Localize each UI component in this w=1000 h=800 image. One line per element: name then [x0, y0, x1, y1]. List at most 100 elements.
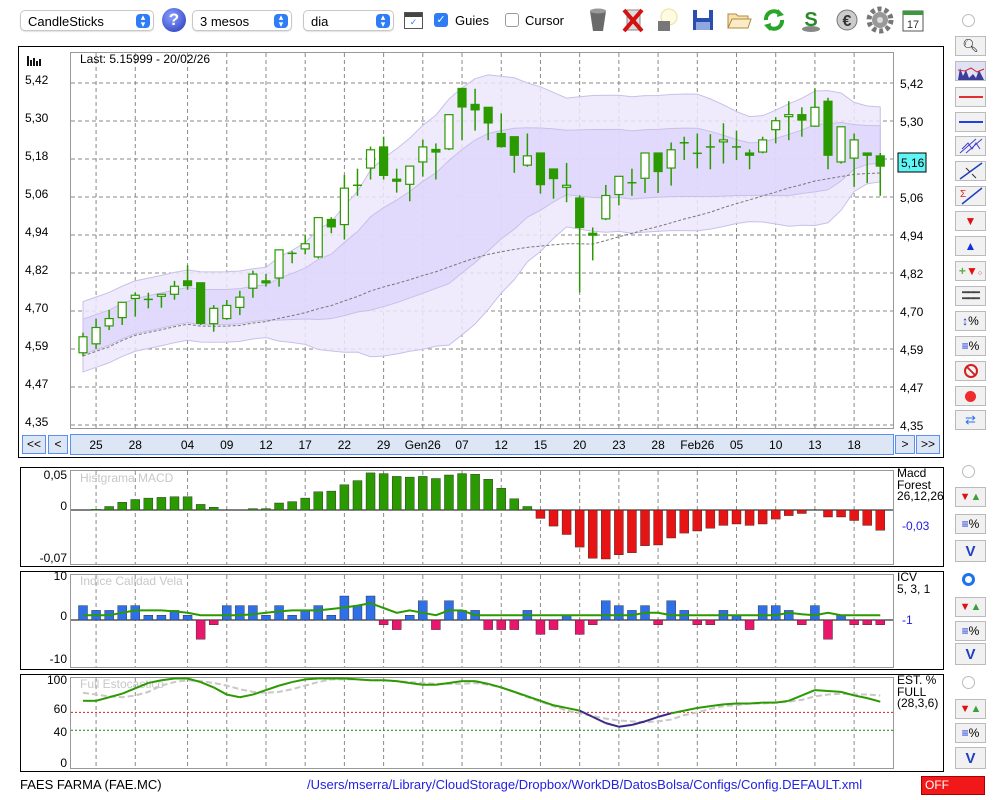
macd-bar	[117, 502, 127, 511]
nav-next-button[interactable]: >	[895, 435, 915, 454]
macd-bar	[457, 473, 467, 511]
macd-bar	[405, 476, 415, 511]
candle-body	[718, 139, 729, 143]
macd-bar	[169, 496, 180, 511]
macd-bar	[588, 509, 598, 559]
red-line-button[interactable]	[955, 87, 986, 107]
stoch-k-segment	[357, 678, 371, 682]
stoch-levels-button[interactable]: ≡%	[955, 723, 986, 743]
y-axis-label-right: 4,59	[900, 343, 924, 357]
candle-body	[104, 317, 114, 327]
macd-bar	[875, 509, 885, 531]
record-button[interactable]	[955, 386, 986, 406]
swap-button[interactable]: ⇄	[955, 410, 986, 430]
candle-body	[849, 139, 859, 159]
macd-bar	[797, 509, 807, 514]
y-axis-label-left: 4,94	[25, 225, 49, 239]
stoch-k-segment	[723, 702, 737, 706]
macd-bar	[705, 509, 716, 529]
icv-panel-radio[interactable]	[962, 573, 975, 586]
candle-body	[130, 294, 140, 300]
lines-percent-button[interactable]: ≡%	[955, 336, 986, 356]
macd-signals-button[interactable]: ▼▲	[955, 487, 986, 507]
x-axis-label: Gen26	[405, 438, 441, 452]
stoch-signals-button[interactable]: ▼▲	[955, 699, 986, 719]
swap-arrows-icon: ⇄	[965, 412, 976, 427]
y-axis-label-right: 5,30	[900, 115, 924, 129]
icv-bar	[692, 619, 702, 626]
stoch-style-button[interactable]: V	[955, 747, 986, 769]
icv-bar	[405, 615, 415, 621]
candle-body	[196, 282, 206, 324]
blue-line-button[interactable]	[955, 112, 986, 132]
x-axis-label: 18	[847, 438, 861, 452]
icv-y-label: 0	[60, 609, 67, 623]
x-axis-label: 05	[730, 438, 744, 452]
volume-profile-button[interactable]	[955, 61, 986, 81]
candle-body	[169, 285, 180, 295]
stoch-k-segment	[697, 705, 711, 709]
macd-levels-button[interactable]: ≡%	[955, 514, 986, 534]
charts-canvas[interactable]: 5,425,425,305,305,185,185,065,064,944,94…	[0, 0, 950, 780]
sum-trendline-button[interactable]: Σ	[955, 186, 986, 206]
zoom-button[interactable]: 🔍︎	[955, 36, 986, 56]
candle-body	[339, 187, 349, 226]
channel-button[interactable]	[955, 136, 986, 156]
down-up-arrows-icon: ▼▲	[959, 703, 982, 715]
icv-bar	[222, 605, 232, 621]
macd-bar	[744, 509, 755, 526]
stoch-k-segment	[827, 689, 842, 693]
macd-bar	[784, 509, 794, 516]
icv-plot-area	[70, 574, 894, 668]
macd-bar	[130, 499, 140, 511]
stoch-k-segment	[775, 699, 789, 704]
grid-lines-button[interactable]: ━━━ ━━━	[955, 286, 986, 306]
status-off-button[interactable]: OFF	[921, 776, 985, 795]
stoch-y-label: 0	[60, 756, 67, 770]
nav-prev-button[interactable]: <	[48, 435, 68, 454]
y-axis-label-right: 4,47	[900, 381, 924, 395]
range-percent-button[interactable]: ↕%	[955, 311, 986, 331]
macd-title: Histgrama MACD	[80, 471, 174, 485]
x-axis-label: 25	[89, 438, 103, 452]
macd-bar	[91, 509, 101, 511]
candle-body	[405, 165, 415, 185]
macd-bar	[418, 476, 428, 511]
panel-radio-top[interactable]	[962, 14, 975, 27]
macd-bar	[496, 488, 506, 511]
nav-first-button[interactable]: <<	[22, 435, 46, 454]
range-percent-icon: ↕%	[962, 314, 979, 328]
blue-line-icon	[958, 121, 983, 123]
candle-body	[365, 149, 376, 169]
add-signal-button[interactable]: +▼○	[955, 261, 986, 281]
y-axis-label-left: 5,18	[25, 149, 49, 163]
icv-bar	[365, 595, 376, 621]
candle-body	[418, 146, 428, 163]
stoch-k-segment	[448, 680, 463, 684]
stoch-k-segment	[513, 690, 528, 698]
icv-style-button[interactable]: V	[955, 643, 986, 665]
icv-y-label: -10	[50, 652, 68, 666]
config-path-link[interactable]: /Users/mserra/Library/CloudStorage/Dropb…	[307, 777, 862, 792]
x-axis-label: 13	[808, 438, 822, 452]
macd-style-button[interactable]: V	[955, 540, 986, 562]
icv-bar	[666, 600, 676, 621]
macd-bar	[274, 502, 284, 511]
stoch-legend-3: (28,3,6)	[897, 696, 938, 710]
candle-body	[209, 307, 219, 325]
y-axis-label-left: 5,42	[25, 73, 49, 87]
stoch-panel-radio[interactable]	[962, 676, 975, 689]
macd-panel-radio[interactable]	[962, 465, 975, 478]
macd-bar	[248, 508, 258, 511]
clear-button[interactable]	[955, 361, 986, 381]
icv-levels-button[interactable]: ≡%	[955, 621, 986, 641]
macd-y-label: -0,07	[40, 551, 68, 565]
candle-body	[300, 243, 310, 250]
trendline-button[interactable]	[955, 161, 986, 181]
nav-last-button[interactable]: >>	[916, 435, 940, 454]
icv-bar	[849, 619, 859, 626]
sell-signal-button[interactable]: ▼	[955, 211, 986, 231]
icv-signals-button[interactable]: ▼▲	[955, 597, 986, 617]
buy-signal-button[interactable]: ▲	[955, 236, 986, 256]
x-axis-label: 04	[181, 438, 195, 452]
